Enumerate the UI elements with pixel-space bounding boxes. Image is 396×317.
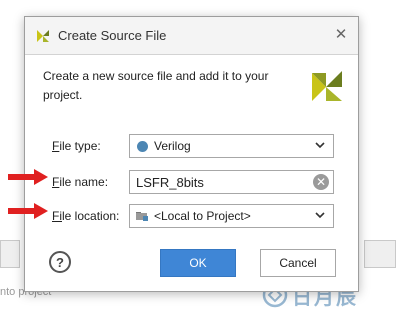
annotation-arrow-icon <box>8 169 48 185</box>
file-type-value: Verilog <box>154 139 191 153</box>
file-location-select[interactable]: <Local to Project> <box>129 204 334 228</box>
verilog-icon <box>137 141 148 152</box>
dialog-intro-text: Create a new source file and add it to y… <box>43 69 269 102</box>
file-name-value: LSFR_8bits <box>136 175 204 190</box>
close-icon[interactable]: ✕ <box>334 27 348 42</box>
cancel-button[interactable]: Cancel <box>260 249 336 277</box>
file-type-select[interactable]: Verilog <box>129 134 334 158</box>
file-name-input[interactable]: LSFR_8bits ✕ <box>129 170 334 194</box>
file-type-label: File type: <box>52 139 101 153</box>
chevron-down-icon <box>315 212 325 219</box>
background-field <box>0 240 20 268</box>
vivado-logo-icon <box>312 71 342 101</box>
chevron-down-icon <box>315 142 325 149</box>
file-location-label: File location: <box>52 209 120 223</box>
clear-icon[interactable]: ✕ <box>313 174 329 190</box>
help-button[interactable]: ? <box>49 251 71 273</box>
vivado-logo-icon <box>37 30 49 42</box>
annotation-arrow-icon <box>8 203 48 219</box>
create-source-file-dialog: Create Source File ✕ Create a new source… <box>24 16 359 292</box>
ok-button[interactable]: OK <box>160 249 236 277</box>
file-location-value: <Local to Project> <box>154 209 251 223</box>
background-field <box>364 240 396 268</box>
dialog-titlebar[interactable]: Create Source File ✕ <box>25 17 358 55</box>
folder-icon <box>136 212 148 221</box>
dialog-title: Create Source File <box>58 28 167 43</box>
file-name-label: File name: <box>52 175 109 189</box>
